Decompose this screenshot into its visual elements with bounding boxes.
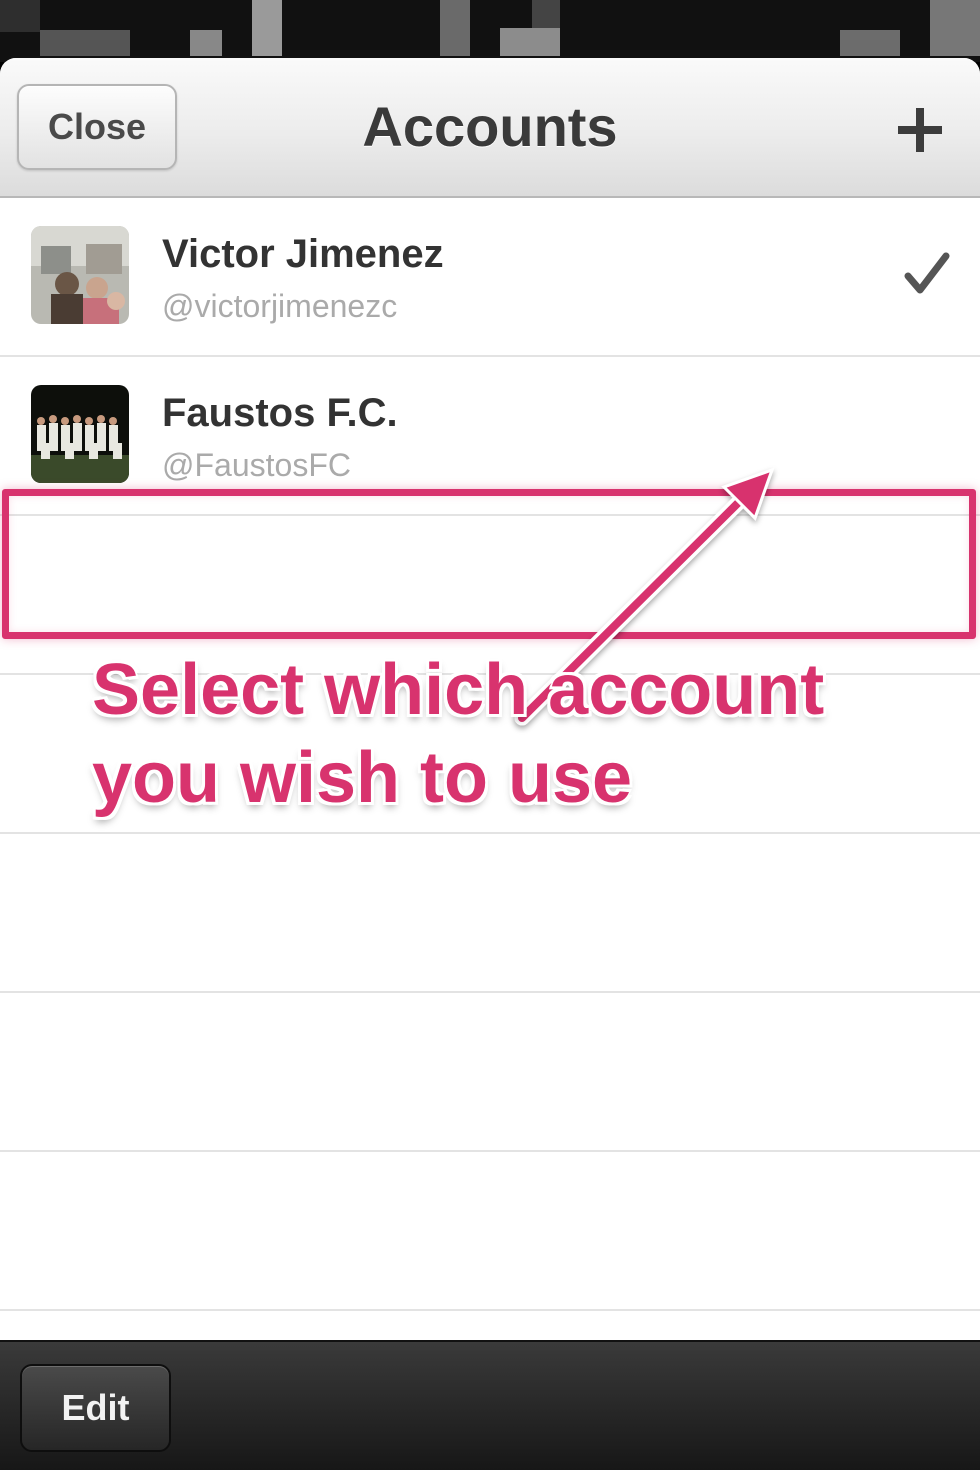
annotation-arrow bbox=[514, 467, 775, 726]
annotation-line: you wish to use bbox=[92, 738, 633, 818]
close-button[interactable]: Close bbox=[17, 84, 177, 170]
annotation-line: Select which account bbox=[92, 650, 825, 730]
annotation-text: Select which account you wish to use bbox=[92, 646, 952, 822]
blurred-background-strip bbox=[0, 0, 980, 62]
navigation-bar: Close Accounts bbox=[0, 58, 980, 198]
page-title: Accounts bbox=[362, 95, 618, 158]
edit-button[interactable]: Edit bbox=[20, 1364, 171, 1452]
bottom-toolbar: Edit bbox=[0, 1340, 980, 1470]
plus-icon[interactable] bbox=[898, 108, 942, 152]
accounts-list: Victor Jimenez @victorjimenezc Faustos F… bbox=[0, 198, 980, 1340]
accounts-sheet: Close Accounts Victor Jimenez @victorjim… bbox=[0, 58, 980, 1470]
